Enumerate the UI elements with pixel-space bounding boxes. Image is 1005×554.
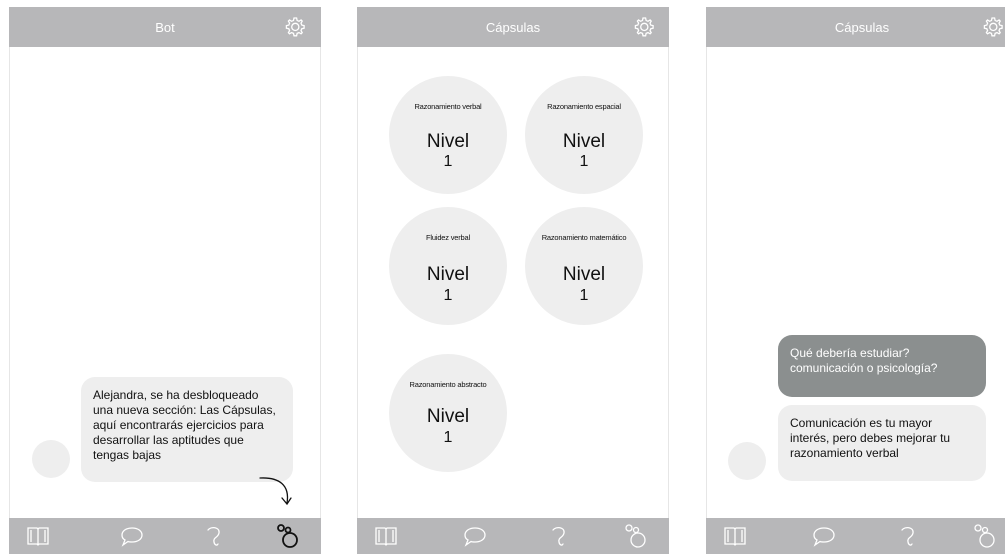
level-label: Nivel — [426, 131, 470, 152]
level-label: Nivel — [562, 131, 606, 152]
book-icon[interactable] — [723, 524, 747, 548]
capsule-razonamiento-espacial[interactable]: Razonamiento espacial Nivel 1 — [525, 76, 643, 194]
capsule-razonamiento-verbal[interactable]: Razonamiento verbal Nivel 1 — [389, 76, 507, 194]
level-value: 1 — [579, 153, 589, 170]
level-label: Nivel — [426, 264, 470, 285]
capsule-razonamiento-matematico[interactable]: Razonamiento matemático Nivel 1 — [525, 207, 643, 325]
level-value: 1 — [443, 153, 453, 170]
bottom-nav — [706, 518, 1005, 554]
hook-icon[interactable] — [896, 524, 920, 548]
top-bar: Cápsulas — [357, 7, 669, 47]
bot-avatar — [728, 442, 766, 480]
gear-icon[interactable] — [284, 16, 306, 38]
hook-icon[interactable] — [202, 524, 226, 548]
screen-title: Cápsulas — [834, 20, 890, 35]
level-value: 1 — [579, 287, 589, 304]
screen-title: Cápsulas — [485, 20, 541, 35]
capsule-fluidez-verbal[interactable]: Fluidez verbal Nivel 1 — [389, 207, 507, 325]
bot-avatar — [32, 440, 70, 478]
bottom-nav — [357, 518, 669, 554]
capsule-razonamiento-abstracto[interactable]: Razonamiento abstracto Nivel 1 — [389, 354, 507, 472]
capsules-icon[interactable] — [972, 522, 1000, 550]
hook-icon[interactable] — [547, 524, 571, 548]
bottom-nav — [9, 518, 321, 554]
book-icon[interactable] — [374, 524, 398, 548]
bot-message-bubble: Comunicación es tu mayor interés, pero d… — [778, 405, 986, 481]
chat-bubble-icon[interactable] — [812, 524, 836, 548]
level-label: Nivel — [562, 264, 606, 285]
capsules-screen: Cápsulas Razonamiento verbal Nivel 1 Raz… — [357, 7, 669, 554]
chat-bubble-icon[interactable] — [120, 524, 144, 548]
book-icon[interactable] — [26, 524, 50, 548]
capsule-name: Razonamiento matemático — [541, 233, 627, 242]
arrow-down-icon — [257, 475, 297, 515]
level-value: 1 — [443, 287, 453, 304]
capsules-chat-screen: Cápsulas Qué debería estudiar? comunicac… — [706, 7, 1005, 554]
capsule-name: Razonamiento verbal — [414, 102, 482, 111]
top-bar: Bot — [9, 7, 321, 47]
bot-message-bubble: Alejandra, se ha desbloqueado una nueva … — [81, 377, 293, 482]
capsule-name: Razonamiento espacial — [547, 102, 621, 111]
user-message-bubble: Qué debería estudiar? comunicación o psi… — [778, 335, 986, 397]
capsule-name: Razonamiento abstracto — [409, 380, 487, 389]
gear-icon[interactable] — [633, 16, 655, 38]
capsule-name: Fluidez verbal — [426, 233, 470, 242]
gear-icon[interactable] — [982, 16, 1004, 38]
level-value: 1 — [443, 429, 453, 446]
capsules-icon[interactable] — [623, 522, 651, 550]
capsules-icon[interactable] — [275, 522, 303, 550]
level-label: Nivel — [426, 406, 470, 427]
screen-title: Bot — [155, 20, 175, 35]
top-bar: Cápsulas — [706, 7, 1005, 47]
chat-bubble-icon[interactable] — [463, 524, 487, 548]
bot-screen: Bot Alejandra, se ha desbloqueado una nu… — [9, 7, 321, 554]
